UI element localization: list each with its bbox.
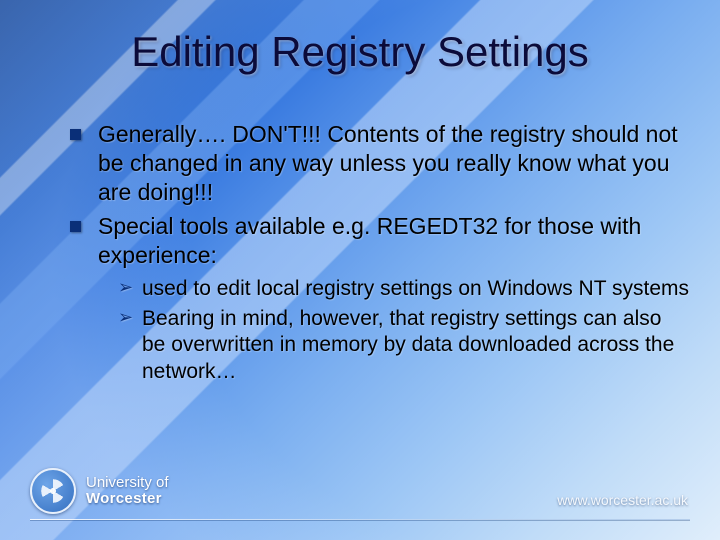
sub-bullet-list: used to edit local registry settings on … <box>118 276 690 385</box>
bullet-item: Generally…. DON'T!!! Contents of the reg… <box>70 120 690 206</box>
logo-text: University of Worcester <box>86 475 169 508</box>
sub-bullet-item: Bearing in mind, however, that registry … <box>118 306 690 385</box>
logo-roundel-icon <box>30 468 76 514</box>
logo-line2: Worcester <box>86 491 169 508</box>
bullet-text: Generally…. DON'T!!! Contents of the reg… <box>98 121 678 205</box>
slide-title: Editing Registry Settings <box>0 28 720 76</box>
slide-body: Generally…. DON'T!!! Contents of the reg… <box>70 120 690 391</box>
bullet-list: Generally…. DON'T!!! Contents of the reg… <box>70 120 690 385</box>
university-logo: University of Worcester <box>30 468 169 514</box>
bullet-text: Special tools available e.g. REGEDT32 fo… <box>98 213 641 268</box>
footer-divider <box>30 519 690 520</box>
sub-bullet-text: Bearing in mind, however, that registry … <box>142 307 674 383</box>
footer-url: www.worcester.ac.uk <box>557 492 688 508</box>
sub-bullet-text: used to edit local registry settings on … <box>142 277 689 300</box>
slide-footer: University of Worcester www.worcester.ac… <box>30 460 690 520</box>
bullet-item: Special tools available e.g. REGEDT32 fo… <box>70 212 690 385</box>
sub-bullet-item: used to edit local registry settings on … <box>118 276 690 302</box>
logo-line1: University of <box>86 475 169 492</box>
